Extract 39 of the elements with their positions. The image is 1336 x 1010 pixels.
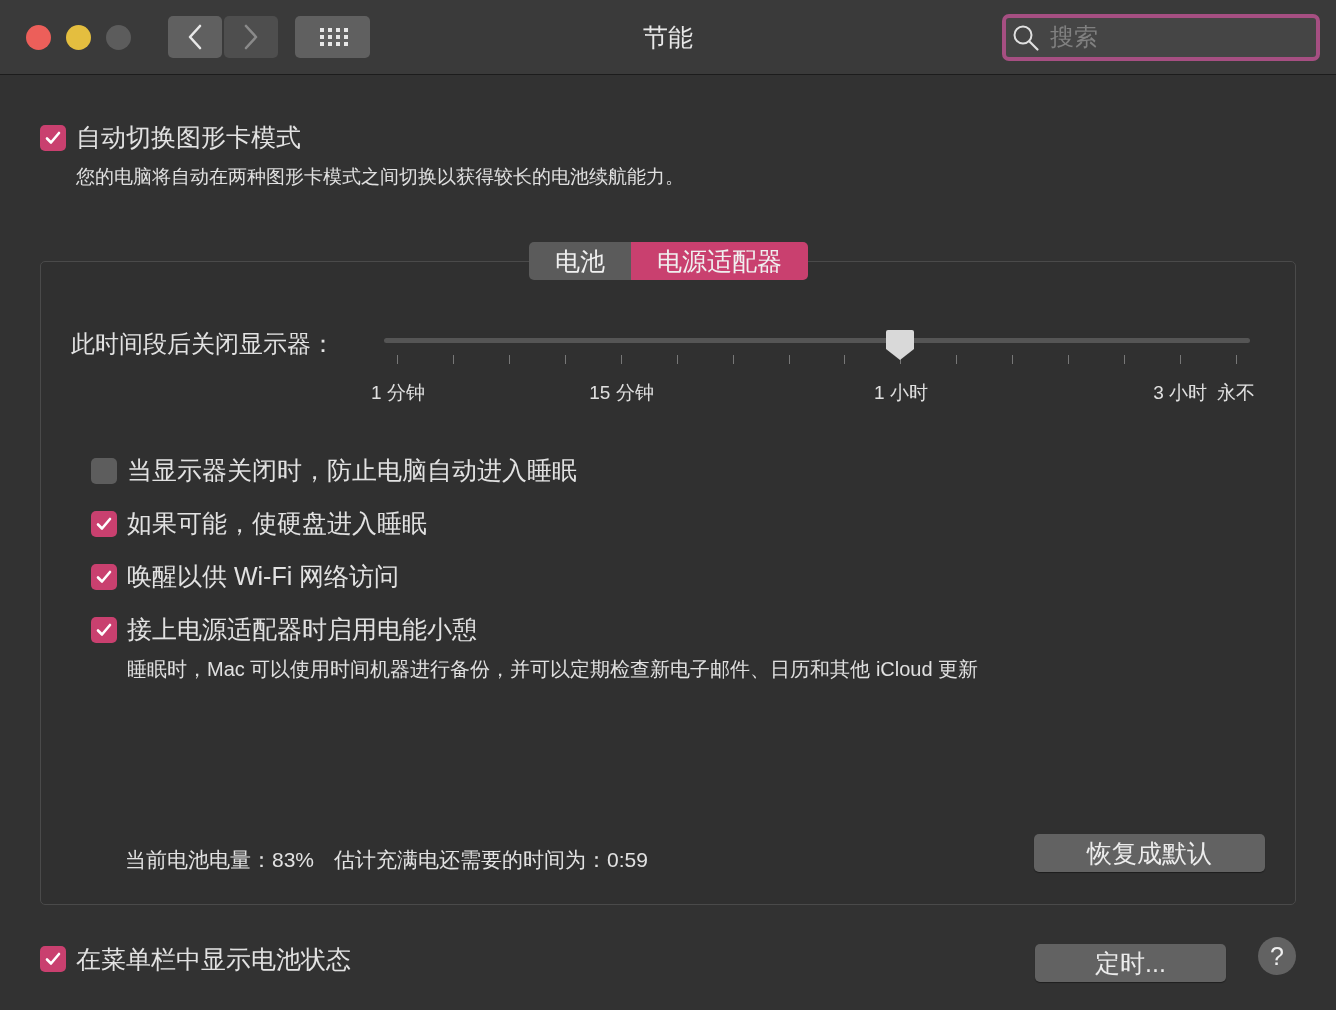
check-icon: [44, 950, 62, 968]
window-control-icon[interactable]: [26, 24, 51, 50]
checkbox[interactable]: [40, 124, 66, 151]
tick-label: 3 小时: [1153, 381, 1208, 405]
window-title: 节能: [643, 21, 693, 53]
search-icon: [1012, 23, 1040, 52]
description-text: 您的电脑将自动在两种图形卡模式之间切换以获得较长的电池续航能力。: [76, 165, 685, 189]
show-all-button[interactable]: [295, 16, 370, 58]
tick-label: 15 分钟: [589, 381, 654, 405]
schedule-button[interactable]: 定时...: [1035, 944, 1226, 982]
grid-icon: [317, 27, 348, 47]
window-control-icon[interactable]: [66, 24, 91, 50]
checkbox[interactable]: [91, 563, 117, 590]
checkbox[interactable]: [40, 946, 66, 972]
help-button[interactable]: ?: [1258, 937, 1296, 975]
chevron-icon: [187, 24, 203, 50]
slider-label: 此时间段后关闭显示器：: [71, 329, 336, 359]
checkbox-label: 如果可能，使硬盘进入睡眠: [127, 508, 427, 539]
checkbox-label: 唤醒以供 Wi-Fi 网络访问: [127, 561, 400, 592]
checkbox-label: 接上电源适配器时启用电能小憩: [127, 614, 477, 645]
chevron-icon: [243, 24, 259, 50]
search-field[interactable]: 搜索: [1002, 13, 1320, 61]
checkbox[interactable]: [91, 616, 117, 643]
checkbox-label: 自动切换图形卡模式: [76, 122, 301, 153]
tab[interactable]: 电源适配器: [630, 242, 808, 280]
checkbox-label: 在菜单栏中显示电池状态: [76, 943, 351, 975]
status-text: 估计充满电还需要的时间为：0:59: [334, 847, 648, 873]
tick-label: 1 分钟: [371, 381, 425, 405]
checkbox-label: 当显示器关闭时，防止电脑自动进入睡眠: [127, 455, 577, 486]
tab[interactable]: 电池: [528, 242, 631, 280]
checkbox[interactable]: [91, 510, 117, 537]
status-text: 当前电池电量：83%: [125, 847, 315, 873]
checkbox[interactable]: [91, 457, 117, 484]
slider-thumb[interactable]: [885, 329, 916, 361]
restore-button[interactable]: 恢复成默认: [1034, 834, 1265, 872]
note-text: 睡眠时，Mac 可以使用时间机器进行备份，并可以定期检查新电子邮件、日历和其他 iCloud 更新: [127, 657, 980, 682]
back-button[interactable]: [168, 16, 222, 58]
tick-label: 1 小时: [873, 381, 928, 405]
tick-label: 永不: [1217, 381, 1256, 405]
